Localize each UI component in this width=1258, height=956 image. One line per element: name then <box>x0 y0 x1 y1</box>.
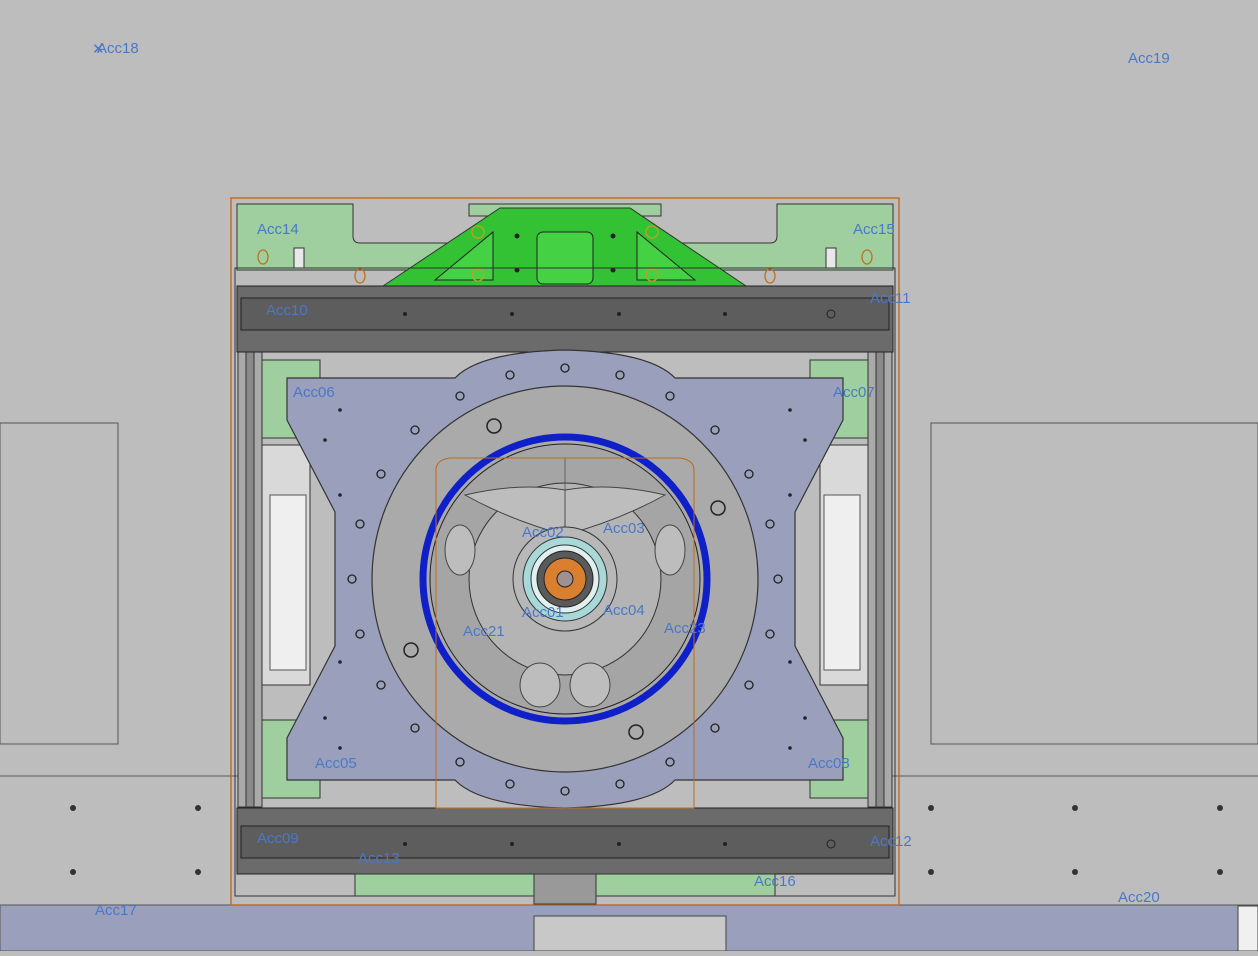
marker-label: Acc09 <box>257 830 299 847</box>
marker-label: Acc12 <box>870 833 912 850</box>
marker-label: Acc20 <box>1118 889 1160 906</box>
floor-edge-block <box>1237 905 1258 952</box>
marker-label: Acc11 <box>870 290 911 307</box>
marker-label: Acc05 <box>315 755 357 772</box>
marker-acc07[interactable]: Acc07 <box>833 384 875 401</box>
marker-acc06[interactable]: Acc06 <box>293 384 335 401</box>
cad-viewport[interactable]: ✕ Acc18 Acc19 Acc14 Acc15 Acc10 Acc11 Acc… <box>0 0 1258 952</box>
marker-acc23[interactable]: Acc23 <box>664 620 706 637</box>
marker-acc04[interactable]: Acc04 <box>603 602 645 619</box>
marker-label: Acc08 <box>808 755 850 772</box>
marker-acc05[interactable]: Acc05 <box>315 755 357 772</box>
top-beam <box>236 285 894 353</box>
floor-block <box>533 915 727 952</box>
marker-acc10[interactable]: Acc10 <box>266 302 308 319</box>
marker-label: Acc02 <box>522 524 564 541</box>
marker-label: Acc10 <box>266 302 308 319</box>
marker-label: Acc13 <box>358 850 400 867</box>
marker-acc11[interactable]: Acc11 <box>870 290 911 307</box>
marker-label: Acc06 <box>293 384 335 401</box>
marker-acc01[interactable]: Acc01 <box>522 604 564 621</box>
marker-label: Acc18 <box>97 40 139 57</box>
marker-label: Acc19 <box>1128 50 1170 67</box>
marker-label: Acc17 <box>95 902 137 919</box>
marker-label: Acc14 <box>257 221 299 238</box>
marker-acc15[interactable]: Acc15 <box>853 221 895 238</box>
marker-label: Acc03 <box>603 520 645 537</box>
marker-acc12[interactable]: Acc12 <box>870 833 912 850</box>
marker-label: Acc23 <box>664 620 706 637</box>
marker-label: Acc16 <box>754 873 796 890</box>
marker-acc16[interactable]: Acc16 <box>754 873 796 890</box>
marker-acc20[interactable]: Acc20 <box>1118 889 1160 906</box>
marker-acc09[interactable]: Acc09 <box>257 830 299 847</box>
marker-acc17[interactable]: Acc17 <box>95 902 137 919</box>
marker-acc18[interactable]: ✕Acc18 <box>92 40 139 58</box>
marker-label: Acc01 <box>522 604 564 621</box>
marker-acc21[interactable]: Acc21 <box>463 623 505 640</box>
marker-acc14[interactable]: Acc14 <box>257 221 299 238</box>
marker-acc02[interactable]: Acc02 <box>522 524 564 541</box>
marker-acc03[interactable]: Acc03 <box>603 520 645 537</box>
cad-drawing: ✕Acc18 Acc19 Acc14 Acc15 Acc10 Acc11 Acc… <box>0 0 1258 952</box>
marker-acc19[interactable]: Acc19 <box>1128 50 1170 67</box>
right-side-panel <box>930 422 1258 745</box>
marker-label: Acc04 <box>603 602 645 619</box>
marker-label: Acc07 <box>833 384 875 401</box>
marker-acc08[interactable]: Acc08 <box>808 755 850 772</box>
marker-acc13[interactable]: Acc13 <box>358 850 400 867</box>
left-side-panel <box>0 422 119 745</box>
marker-label: Acc15 <box>853 221 895 238</box>
marker-label: Acc21 <box>463 623 505 640</box>
